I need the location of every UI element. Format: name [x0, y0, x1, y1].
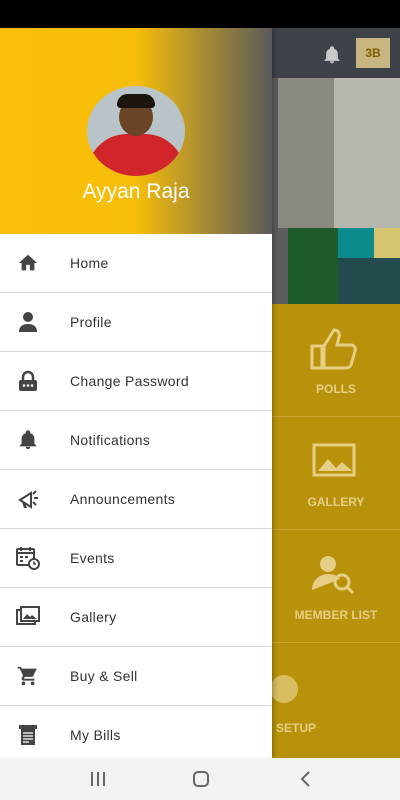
member-list-tile[interactable]: MEMBER LIST: [272, 530, 400, 643]
drawer-menu: Home Profile Change Password Notificatio…: [0, 234, 272, 765]
megaphone-icon: [16, 487, 40, 511]
menu-item-label: Notifications: [70, 432, 151, 448]
person-icon: [16, 310, 40, 334]
menu-item-my-bills[interactable]: My Bills: [0, 706, 272, 765]
lock-icon: [16, 369, 40, 393]
menu-item-label: Change Password: [70, 373, 189, 389]
menu-item-label: Buy & Sell: [70, 668, 138, 684]
bell-icon[interactable]: [322, 44, 342, 66]
status-bar: [0, 0, 400, 28]
menu-item-profile[interactable]: Profile: [0, 293, 272, 352]
gallery-label: GALLERY: [307, 495, 365, 509]
menu-item-events[interactable]: Events: [0, 529, 272, 588]
member-list-label: MEMBER LIST: [294, 608, 378, 622]
menu-item-change-password[interactable]: Change Password: [0, 352, 272, 411]
menu-item-announcements[interactable]: Announcements: [0, 470, 272, 529]
system-nav-bar: [0, 758, 400, 800]
polls-label: POLLS: [315, 382, 356, 396]
back-icon[interactable]: [294, 768, 318, 790]
menu-item-buy-sell[interactable]: Buy & Sell: [0, 647, 272, 706]
gallery-tile[interactable]: GALLERY: [272, 417, 400, 530]
recent-apps-icon[interactable]: [86, 768, 110, 790]
photos-icon: [312, 443, 356, 477]
menu-item-label: Gallery: [70, 609, 117, 625]
bill-icon: [16, 723, 40, 747]
menu-item-label: Profile: [70, 314, 112, 330]
menu-item-gallery[interactable]: Gallery: [0, 588, 272, 647]
polls-tile[interactable]: POLLS: [272, 304, 400, 417]
menu-item-label: Announcements: [70, 491, 176, 507]
home-button-icon[interactable]: [189, 768, 213, 790]
avatar[interactable]: [87, 86, 185, 176]
block-badge[interactable]: 3B: [356, 38, 390, 68]
navigation-drawer: Ayyan Raja Home Profile Change Password …: [0, 28, 272, 765]
user-name: Ayyan Raja: [82, 180, 190, 203]
setup-tile[interactable]: SETUP: [270, 643, 400, 758]
menu-item-notifications[interactable]: Notifications: [0, 411, 272, 470]
home-icon: [16, 251, 40, 275]
menu-item-label: Home: [70, 255, 109, 271]
menu-item-home[interactable]: Home: [0, 234, 272, 293]
setup-label: SETUP: [276, 721, 317, 735]
photos-icon: [16, 605, 40, 629]
calendar-clock-icon: [16, 546, 40, 570]
member-search-icon: [312, 556, 355, 595]
banner-photo: [272, 78, 400, 304]
drawer-header: Ayyan Raja: [0, 28, 272, 234]
cart-icon: [16, 664, 40, 688]
bell-icon: [16, 428, 40, 452]
thumbs-up-icon: [310, 328, 357, 370]
menu-item-label: Events: [70, 550, 115, 566]
menu-item-label: My Bills: [70, 727, 121, 743]
